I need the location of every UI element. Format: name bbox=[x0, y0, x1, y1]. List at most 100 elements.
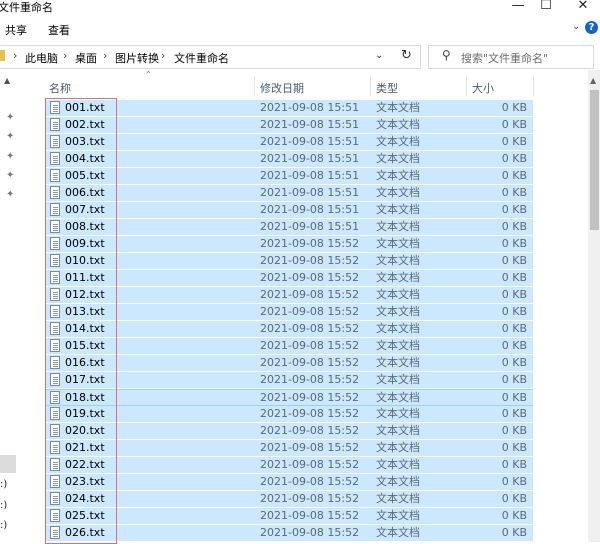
text-file-icon bbox=[50, 254, 60, 267]
table-row[interactable]: 010.txt 2021-09-08 15:52 文本文档 0 KB bbox=[45, 253, 533, 270]
chevron-down-icon[interactable]: ⌄ bbox=[375, 50, 383, 61]
file-date: 2021-09-08 15:51 bbox=[260, 186, 360, 199]
file-size: 0 KB bbox=[501, 203, 527, 216]
scroll-up-icon[interactable]: ▲ bbox=[590, 76, 596, 85]
column-header-name[interactable]: 名称 bbox=[49, 80, 71, 96]
ribbon-collapse-icon[interactable]: ⌄ bbox=[572, 21, 580, 32]
file-date: 2021-09-08 15:52 bbox=[260, 373, 360, 386]
table-row[interactable]: 018.txt 2021-09-08 15:52 文本文档 0 KB bbox=[45, 389, 533, 406]
text-file-icon bbox=[50, 492, 60, 505]
file-date: 2021-09-08 15:52 bbox=[260, 407, 360, 420]
column-header-date[interactable]: 修改日期 bbox=[260, 80, 304, 96]
file-size: 0 KB bbox=[501, 356, 527, 369]
close-button[interactable]: ✕ bbox=[568, 0, 598, 14]
column-divider[interactable] bbox=[370, 76, 371, 96]
nav-drive-label[interactable]: :) bbox=[0, 479, 7, 490]
file-size: 0 KB bbox=[501, 407, 527, 420]
file-type: 文本文档 bbox=[376, 288, 420, 301]
file-type: 文本文档 bbox=[376, 254, 420, 267]
file-size: 0 KB bbox=[501, 441, 527, 454]
breadcrumb-desktop[interactable]: 桌面 bbox=[75, 50, 97, 66]
table-row[interactable]: 004.txt 2021-09-08 15:51 文本文档 0 KB bbox=[45, 151, 533, 168]
breadcrumb-this-pc[interactable]: 此电脑 bbox=[25, 50, 58, 66]
table-row[interactable]: 021.txt 2021-09-08 15:52 文本文档 0 KB bbox=[45, 440, 533, 457]
file-date: 2021-09-08 15:52 bbox=[260, 271, 360, 284]
table-row[interactable]: 026.txt 2021-09-08 15:52 文本文档 0 KB bbox=[45, 525, 533, 542]
file-size: 0 KB bbox=[501, 169, 527, 182]
column-header-type[interactable]: 类型 bbox=[376, 80, 398, 96]
file-type: 文本文档 bbox=[376, 237, 420, 250]
column-divider[interactable] bbox=[254, 76, 255, 96]
maximize-button[interactable]: ☐ bbox=[531, 0, 561, 14]
table-row[interactable]: 022.txt 2021-09-08 15:52 文本文档 0 KB bbox=[45, 457, 533, 474]
table-row[interactable]: 006.txt 2021-09-08 15:51 文本文档 0 KB bbox=[45, 185, 533, 202]
table-row[interactable]: 003.txt 2021-09-08 15:51 文本文档 0 KB bbox=[45, 134, 533, 151]
breadcrumb-image-convert[interactable]: 图片转换 bbox=[115, 50, 159, 66]
table-row[interactable]: 011.txt 2021-09-08 15:52 文本文档 0 KB bbox=[45, 270, 533, 287]
text-file-icon bbox=[50, 186, 60, 199]
nav-selected-item[interactable] bbox=[0, 455, 16, 473]
file-size: 0 KB bbox=[501, 101, 527, 114]
file-size: 0 KB bbox=[501, 135, 527, 148]
scroll-up-icon[interactable]: ▲ bbox=[4, 76, 10, 85]
table-row[interactable]: 007.txt 2021-09-08 15:51 文本文档 0 KB bbox=[45, 202, 533, 219]
pin-icon: ✦ bbox=[6, 189, 15, 200]
table-row[interactable]: 012.txt 2021-09-08 15:52 文本文档 0 KB bbox=[45, 287, 533, 304]
file-date: 2021-09-08 15:51 bbox=[260, 169, 360, 182]
file-type: 文本文档 bbox=[376, 169, 420, 182]
table-row[interactable]: 013.txt 2021-09-08 15:52 文本文档 0 KB bbox=[45, 304, 533, 321]
column-divider[interactable] bbox=[533, 76, 534, 96]
minimize-button[interactable]: — bbox=[503, 0, 533, 14]
help-icon[interactable]: ? bbox=[585, 21, 598, 34]
text-file-icon bbox=[50, 322, 60, 335]
breadcrumb-file-rename[interactable]: 文件重命名 bbox=[174, 50, 229, 66]
file-name: 007.txt bbox=[65, 203, 105, 216]
table-row[interactable]: 002.txt 2021-09-08 15:51 文本文档 0 KB bbox=[45, 117, 533, 134]
file-size: 0 KB bbox=[501, 475, 527, 488]
file-name: 025.txt bbox=[65, 509, 105, 522]
scrollbar-thumb[interactable] bbox=[590, 90, 599, 230]
search-placeholder: 搜索"文件重命名" bbox=[461, 52, 549, 65]
file-name: 023.txt bbox=[65, 475, 105, 488]
nav-drive-label[interactable]: :) bbox=[0, 500, 7, 511]
file-size: 0 KB bbox=[501, 458, 527, 471]
text-file-icon bbox=[50, 526, 60, 539]
table-row[interactable]: 020.txt 2021-09-08 15:52 文本文档 0 KB bbox=[45, 423, 533, 440]
file-size: 0 KB bbox=[501, 288, 527, 301]
table-row[interactable]: 019.txt 2021-09-08 15:52 文本文档 0 KB bbox=[45, 406, 533, 423]
file-name: 008.txt bbox=[65, 220, 105, 233]
text-file-icon bbox=[50, 288, 60, 301]
table-row[interactable]: 025.txt 2021-09-08 15:52 文本文档 0 KB bbox=[45, 508, 533, 525]
table-row[interactable]: 024.txt 2021-09-08 15:52 文本文档 0 KB bbox=[45, 491, 533, 508]
text-file-icon bbox=[50, 305, 60, 318]
file-size: 0 KB bbox=[501, 391, 527, 404]
breadcrumb-separator-icon: › bbox=[161, 49, 166, 62]
folder-icon bbox=[0, 50, 5, 61]
file-type: 文本文档 bbox=[376, 407, 420, 420]
column-divider[interactable] bbox=[466, 76, 467, 96]
table-row[interactable]: 008.txt 2021-09-08 15:51 文本文档 0 KB bbox=[45, 219, 533, 236]
table-row[interactable]: 014.txt 2021-09-08 15:52 文本文档 0 KB bbox=[45, 321, 533, 338]
file-name: 014.txt bbox=[65, 322, 105, 335]
file-type: 文本文档 bbox=[376, 203, 420, 216]
file-date: 2021-09-08 15:51 bbox=[260, 203, 360, 216]
file-date: 2021-09-08 15:52 bbox=[260, 424, 360, 437]
file-type: 文本文档 bbox=[376, 118, 420, 131]
table-row[interactable]: 005.txt 2021-09-08 15:51 文本文档 0 KB bbox=[45, 168, 533, 185]
nav-drive-label[interactable]: :) bbox=[0, 520, 7, 531]
table-row[interactable]: 023.txt 2021-09-08 15:52 文本文档 0 KB bbox=[45, 474, 533, 491]
file-type: 文本文档 bbox=[376, 475, 420, 488]
tab-view[interactable]: 查看 bbox=[48, 22, 70, 38]
column-header-size[interactable]: 大小 bbox=[472, 80, 494, 96]
text-file-icon bbox=[50, 152, 60, 165]
table-row[interactable]: 016.txt 2021-09-08 15:52 文本文档 0 KB bbox=[45, 355, 533, 372]
file-type: 文本文档 bbox=[376, 458, 420, 471]
refresh-icon[interactable]: ↻ bbox=[401, 48, 412, 63]
file-date: 2021-09-08 15:51 bbox=[260, 220, 360, 233]
table-row[interactable]: 009.txt 2021-09-08 15:52 文本文档 0 KB bbox=[45, 236, 533, 253]
table-row[interactable]: 015.txt 2021-09-08 15:52 文本文档 0 KB bbox=[45, 338, 533, 355]
file-date: 2021-09-08 15:52 bbox=[260, 526, 360, 539]
table-row[interactable]: 001.txt 2021-09-08 15:51 文本文档 0 KB bbox=[45, 100, 533, 117]
table-row[interactable]: 017.txt 2021-09-08 15:52 文本文档 0 KB bbox=[45, 372, 533, 389]
tab-share[interactable]: 共享 bbox=[5, 22, 27, 38]
